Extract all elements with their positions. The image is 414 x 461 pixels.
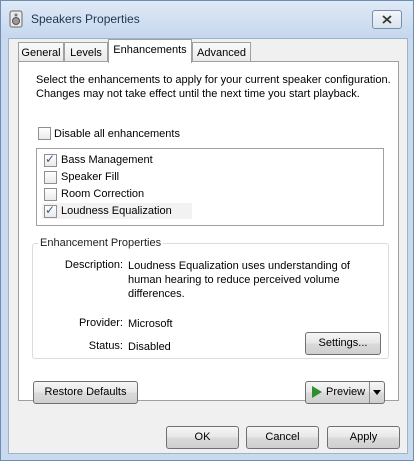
provider-label: Provider: (78, 317, 123, 329)
tab-enhancements[interactable]: Enhancements (108, 39, 192, 63)
group-title: Enhancement Properties (38, 237, 164, 249)
speaker-fill-label: Speaker Fill (61, 171, 120, 183)
tab-general-label: General (21, 47, 61, 59)
tab-advanced-label: Advanced (197, 47, 246, 59)
list-item[interactable]: ✓ Loudness Equalization (42, 203, 192, 219)
disable-all-label: Disable all enhancements (54, 128, 180, 140)
close-button[interactable] (372, 10, 402, 29)
speaker-fill-checkbox[interactable] (44, 171, 57, 184)
dialog-window: Speakers Properties General Levels Enhan… (0, 0, 414, 461)
close-icon (382, 15, 392, 24)
settings-button[interactable]: Settings... (305, 332, 381, 355)
checkmark-icon: ✓ (45, 152, 56, 166)
bass-management-checkbox[interactable]: ✓ (44, 152, 57, 167)
loudness-equalization-checkbox[interactable]: ✓ (44, 203, 57, 218)
bass-management-label: Bass Management (61, 154, 153, 166)
window-title: Speakers Properties (31, 12, 140, 26)
room-correction-checkbox[interactable] (44, 188, 57, 201)
enhancements-list: ✓ Bass Management Speaker Fill Room Corr… (36, 148, 384, 226)
status-label: Status: (88, 340, 123, 352)
dialog-client-area: General Levels Enhancements Advanced Sel… (8, 38, 408, 454)
tab-enhancements-label: Enhancements (113, 44, 187, 56)
speaker-icon (9, 10, 23, 28)
checkmark-icon: ✓ (45, 203, 56, 217)
tab-advanced[interactable]: Advanced (192, 42, 251, 63)
provider-value: Microsoft (128, 318, 173, 330)
room-correction-label: Room Correction (61, 188, 145, 200)
description-value: Loudness Equalization uses understanding… (128, 260, 350, 300)
chevron-down-icon (373, 390, 381, 395)
enhancement-properties-group: Enhancement Properties Description: Loud… (32, 237, 389, 359)
cancel-button[interactable]: Cancel (246, 426, 319, 449)
play-icon (312, 386, 322, 399)
loudness-equalization-label: Loudness Equalization (61, 205, 172, 217)
disable-all-checkbox[interactable] (38, 127, 51, 140)
preview-label: Preview (326, 386, 366, 398)
tab-levels[interactable]: Levels (64, 42, 108, 63)
ok-button[interactable]: OK (166, 426, 239, 449)
apply-button[interactable]: Apply (327, 426, 400, 449)
restore-defaults-button[interactable]: Restore Defaults (33, 381, 138, 404)
status-value: Disabled (128, 341, 171, 353)
preview-dropdown-button[interactable] (369, 382, 384, 403)
enhancements-description: Select the enhancements to apply for you… (36, 74, 391, 100)
description-label: Description: (64, 259, 123, 271)
title-bar: Speakers Properties (1, 1, 413, 38)
tab-levels-label: Levels (70, 47, 102, 59)
tab-general[interactable]: General (18, 42, 64, 63)
enhancements-panel: Select the enhancements to apply for you… (18, 61, 399, 401)
preview-button[interactable]: Preview (305, 381, 385, 404)
